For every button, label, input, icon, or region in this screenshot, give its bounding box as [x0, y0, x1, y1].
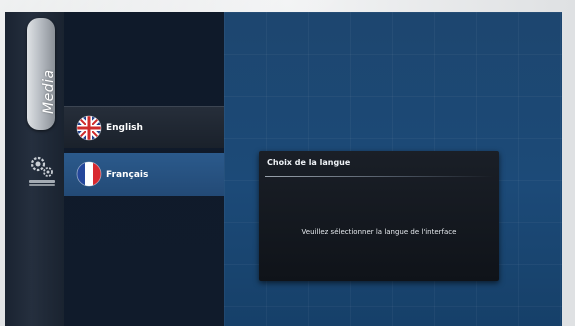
france-flag-icon [76, 161, 102, 187]
dialog-divider [265, 176, 493, 177]
media-tab[interactable]: Media [27, 18, 57, 130]
uk-flag-icon [76, 115, 102, 141]
sidebar-rail: Media [5, 12, 64, 326]
dialog-message: Veuillez sélectionner la langue de l'int… [301, 228, 457, 236]
language-item-english[interactable]: English [64, 106, 224, 148]
language-dialog: Choix de la langue Veuillez sélectionner… [259, 151, 499, 281]
settings-icon[interactable] [27, 152, 57, 192]
dialog-title: Choix de la langue [267, 158, 351, 167]
language-label-francais: Français [106, 169, 149, 180]
language-item-francais[interactable]: Français [64, 153, 224, 196]
media-tab-label: Media [41, 69, 57, 114]
language-menu: English Français [64, 12, 224, 326]
tv-screen: Media English Français Choix de la langu… [5, 12, 562, 326]
language-label-english: English [106, 122, 143, 133]
